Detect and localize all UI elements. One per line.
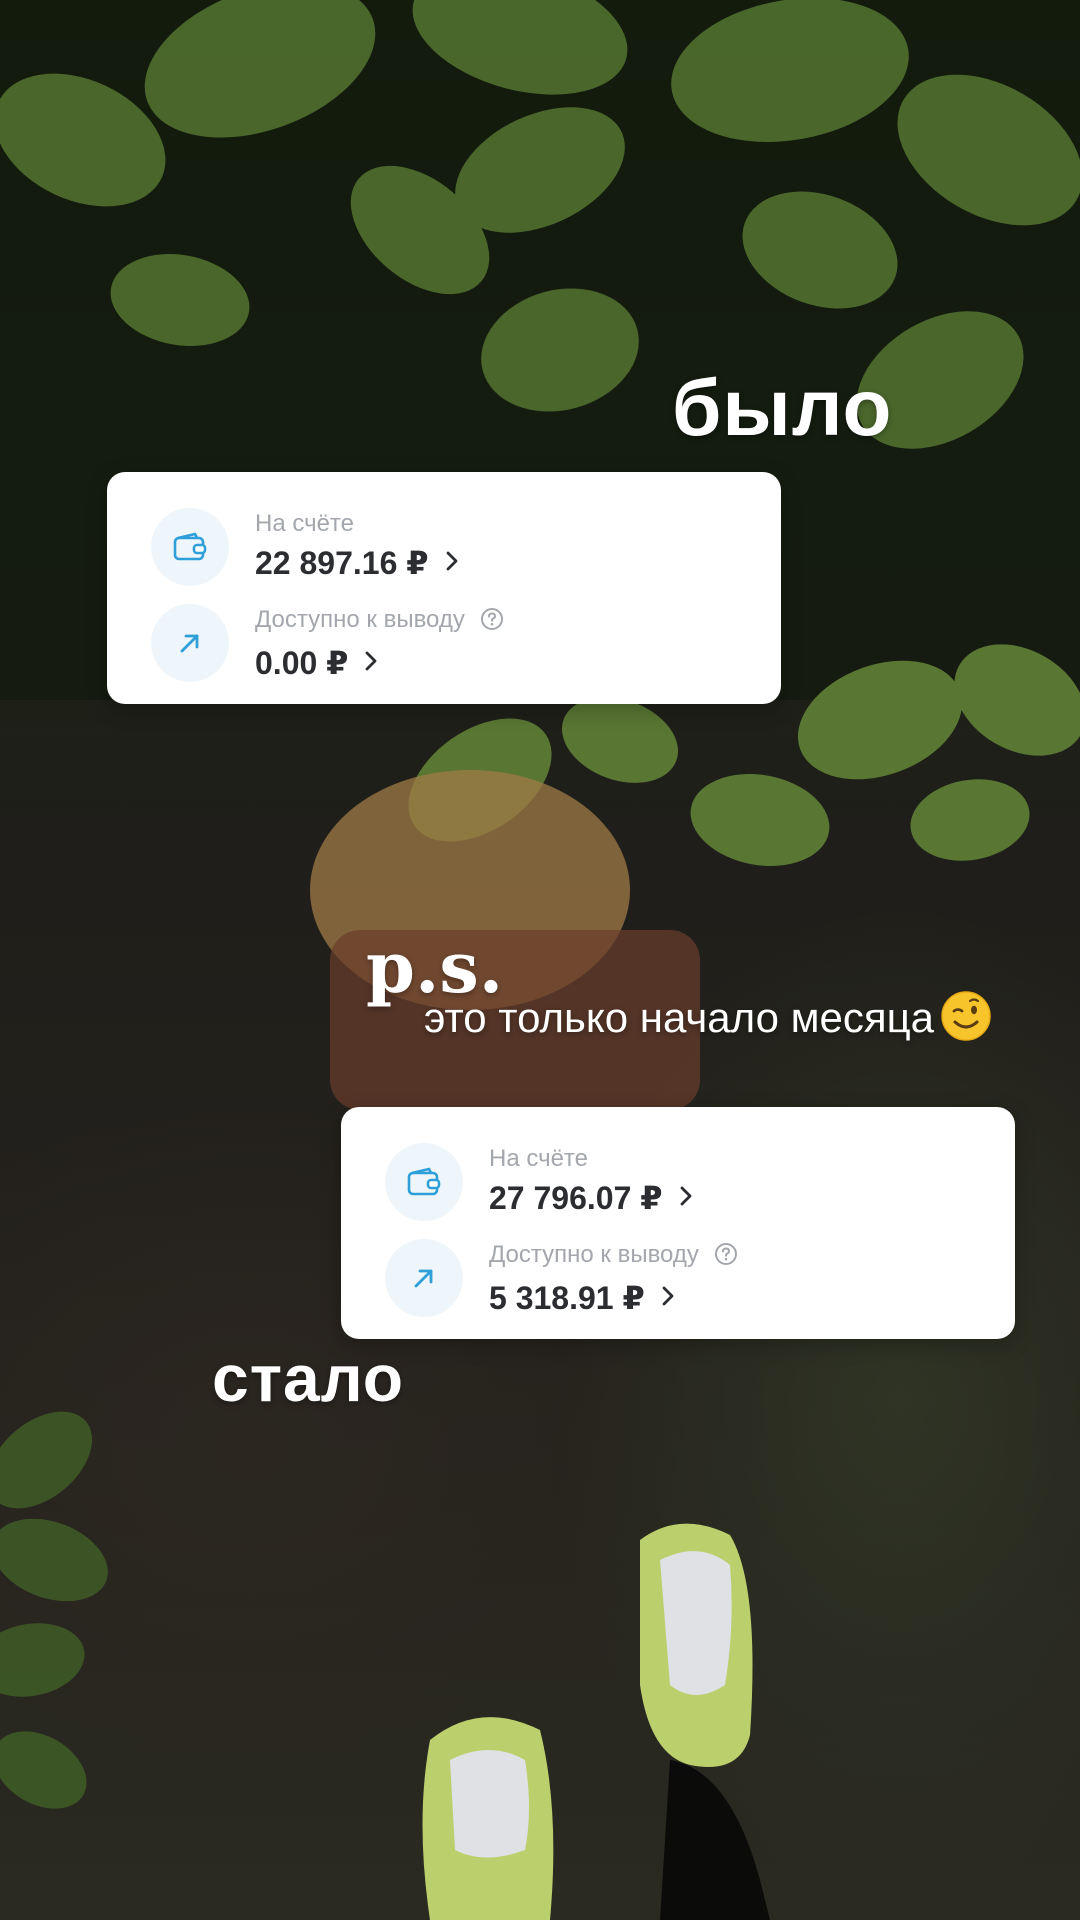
chevron-right-icon	[445, 550, 459, 577]
available-amount: 0.00 ₽	[255, 645, 349, 681]
background-photo	[0, 0, 1080, 1920]
balance-amount: 27 796.07 ₽	[489, 1180, 663, 1216]
wallet-icon	[385, 1143, 463, 1221]
balance-row[interactable]: На счёте 22 897.16 ₽	[151, 508, 751, 588]
available-row[interactable]: Доступно к выводу 5 318.91 ₽	[385, 1239, 985, 1319]
balance-amount: 22 897.16 ₽	[255, 545, 429, 581]
arrow-up-right-icon	[385, 1239, 463, 1317]
balance-amount-link[interactable]: 22 897.16 ₽	[255, 544, 459, 582]
chevron-right-icon	[661, 1285, 675, 1312]
chevron-right-icon	[679, 1185, 693, 1212]
caption-note: это только начало месяца	[424, 990, 992, 1042]
available-row[interactable]: Доступно к выводу 0.00 ₽	[151, 604, 751, 684]
caption-after: стало	[212, 1341, 405, 1415]
available-label: Доступно к выводу	[489, 1241, 699, 1268]
question-circle-icon[interactable]	[480, 607, 504, 638]
available-label: Доступно к выводу	[255, 606, 465, 633]
balance-card-after: На счёте 27 796.07 ₽ Доступно к выводу 5…	[341, 1107, 1015, 1339]
balance-label: На счёте	[489, 1145, 588, 1172]
foliage-layer	[0, 0, 1080, 1920]
caption-note-text: это только начало месяца	[424, 994, 935, 1041]
balance-label: На счёте	[255, 510, 354, 537]
balance-card-before: На счёте 22 897.16 ₽ Доступно к выводу 0…	[107, 472, 781, 704]
arrow-up-right-icon	[151, 604, 229, 682]
balance-row[interactable]: На счёте 27 796.07 ₽	[385, 1143, 985, 1223]
available-amount-link[interactable]: 5 318.91 ₽	[489, 1279, 738, 1317]
available-amount: 5 318.91 ₽	[489, 1280, 645, 1316]
winking-face-emoji-icon	[940, 990, 992, 1042]
caption-before: было	[672, 363, 893, 452]
chevron-right-icon	[364, 650, 378, 677]
wallet-icon	[151, 508, 229, 586]
slippers	[422, 1523, 770, 1920]
question-circle-icon[interactable]	[714, 1242, 738, 1273]
available-amount-link[interactable]: 0.00 ₽	[255, 644, 504, 682]
balance-amount-link[interactable]: 27 796.07 ₽	[489, 1179, 693, 1217]
